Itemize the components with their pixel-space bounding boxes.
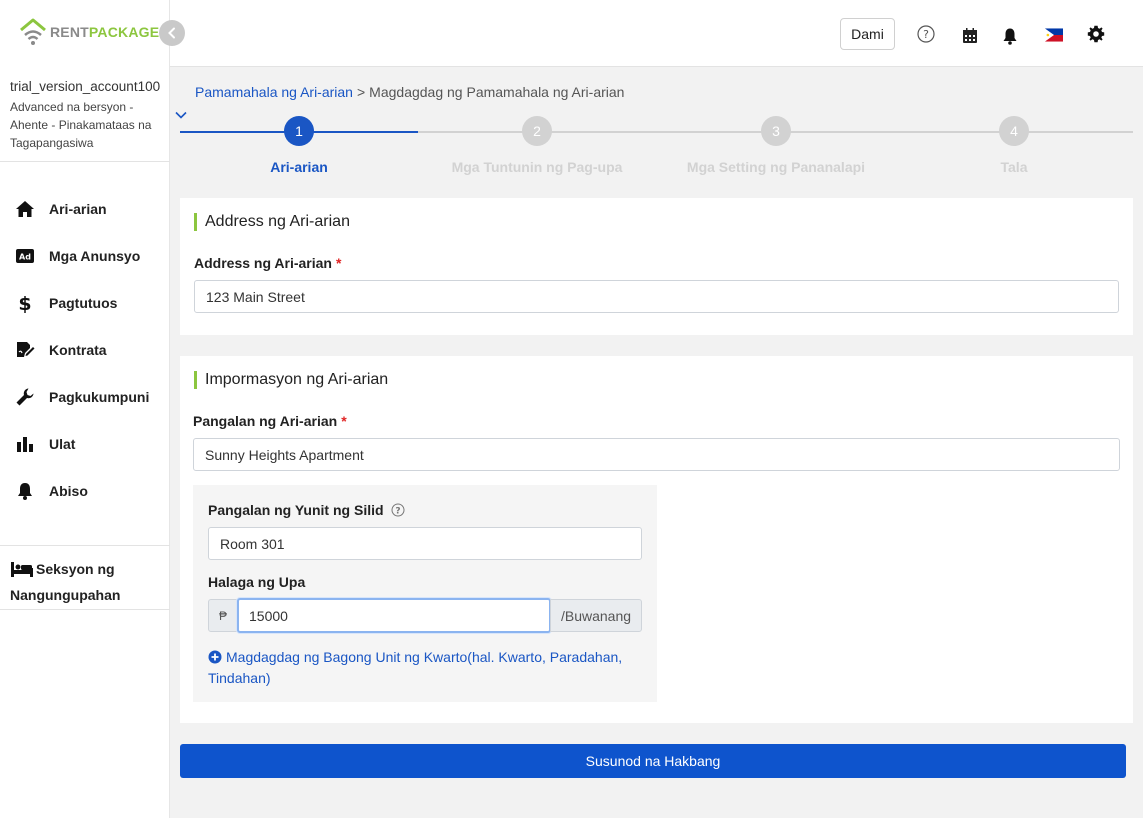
collapse-sidebar-button[interactable] [159, 20, 185, 46]
logo-package-text: PACKAGE [88, 24, 160, 40]
required-mark: * [335, 255, 342, 271]
help-icon[interactable]: ? [391, 503, 405, 517]
step-label: Mga Setting ng Pananalapi [686, 159, 866, 175]
svg-text:Ad: Ad [19, 252, 31, 261]
sidebar-item-contracts[interactable]: Kontrata [0, 326, 170, 373]
breadcrumb: Pamamahala ng Ari-arian > Magdagdag ng Pam… [195, 84, 624, 100]
rent-amount-input[interactable]: 15000 [237, 598, 551, 633]
bed-icon [10, 560, 36, 584]
bar-chart-icon [14, 433, 36, 455]
room-name-label-text: Pangalan ng Yunit ng Silid [208, 502, 384, 518]
dollar-icon: $ [14, 292, 36, 314]
sidebar-item-accounting[interactable]: $ Pagtutuos [0, 279, 170, 326]
step-number: 3 [761, 116, 791, 146]
breadcrumb-separator: > [356, 84, 366, 100]
address-input[interactable]: 123 Main Street [194, 280, 1119, 313]
property-info-card: Impormasyon ng Ari-arian Pangalan ng Ari… [180, 356, 1133, 723]
property-name-field-label: Pangalan ng Ari-arian * [193, 413, 347, 429]
house-wifi-logo-icon [20, 18, 46, 45]
step-number: 2 [522, 116, 552, 146]
contract-icon [14, 339, 36, 361]
add-room-unit-text: Magdagdag ng Bagong Unit ng Kwarto(hal. … [208, 649, 623, 686]
sidebar-nav: Ari-arian Ad Mga Anunsyo $ Pagtutuos Kon… [0, 185, 170, 514]
dami-button[interactable]: Dami [840, 18, 895, 50]
sidebar-item-label: Abiso [49, 482, 88, 499]
step-label: Ari-arian [270, 159, 328, 175]
sidebar-item-tenant-section[interactable]: Seksyon ng Nangungupahan [10, 558, 165, 606]
property-name-input[interactable]: Sunny Heights Apartment [193, 438, 1120, 471]
next-step-button[interactable]: Susunod na Hakbang [180, 744, 1126, 778]
step-number: 4 [999, 116, 1029, 146]
sidebar-item-reports[interactable]: Ulat [0, 420, 170, 467]
room-name-input[interactable]: Room 301 [208, 527, 642, 560]
account-info: trial_version_account100 Advanced na ber… [10, 78, 165, 152]
breadcrumb-current: Magdagdag ng Pamamahala ng Ari-arian [369, 84, 625, 100]
room-name-field-label: Pangalan ng Yunit ng Silid ? [208, 502, 405, 518]
breadcrumb-parent-link[interactable]: Pamamahala ng Ari-arian [195, 84, 353, 100]
account-name: trial_version_account100 [10, 79, 161, 94]
sidebar: RENTPACKAGE trial_version_account100 Adv… [0, 0, 170, 818]
wrench-icon [14, 386, 36, 408]
sidebar-item-label: Kontrata [49, 341, 107, 358]
address-card: Address ng Ari-arian Address ng Ari-aria… [180, 198, 1133, 335]
add-room-unit-link[interactable]: Magdagdag ng Bagong Unit ng Kwarto(hal. … [208, 647, 638, 689]
plus-circle-icon [208, 650, 222, 664]
required-mark: * [341, 413, 347, 429]
address-field-label: Address ng Ari-arian * [194, 255, 341, 271]
divider [0, 609, 170, 610]
help-icon[interactable]: ? [916, 24, 936, 44]
step-3[interactable]: 3 Mga Setting ng Pananalapi [657, 116, 895, 175]
divider [0, 161, 170, 162]
calendar-icon[interactable] [960, 26, 980, 46]
property-info-section-title: Impormasyon ng Ari-arian [194, 371, 388, 389]
rent-amount-field-label: Halaga ng Upa [208, 574, 306, 590]
sidebar-item-label: Pagkukumpuni [49, 388, 150, 405]
home-icon [14, 198, 36, 220]
bell-icon[interactable] [1000, 26, 1020, 46]
step-number: 1 [284, 116, 314, 146]
sidebar-item-ads[interactable]: Ad Mga Anunsyo [0, 232, 170, 279]
top-header: Dami ? [170, 0, 1143, 67]
step-2[interactable]: 2 Mga Tuntunin ng Pag-upa [418, 116, 656, 175]
svg-text:?: ? [396, 507, 401, 517]
step-label: Tala [1000, 159, 1028, 175]
app-logo[interactable]: RENTPACKAGE [18, 18, 159, 46]
step-label: Mga Tuntunin ng Pag-upa [451, 159, 623, 175]
sidebar-item-label: Ulat [49, 435, 76, 452]
bell-icon [14, 480, 36, 502]
address-section-title: Address ng Ari-arian [194, 213, 350, 231]
account-plan: Advanced na bersyon - Ahente - Pinakamat… [10, 100, 152, 150]
sidebar-item-notifications[interactable]: Abiso [0, 467, 170, 514]
period-addon: /Buwanang [550, 599, 642, 632]
step-1[interactable]: 1 Ari-arian [180, 116, 418, 175]
sidebar-item-label: Pagtutuos [49, 294, 118, 311]
logo-rent-text: RENT [50, 24, 89, 40]
chevron-left-icon [168, 27, 175, 39]
gear-icon[interactable] [1086, 24, 1106, 44]
ad-icon: Ad [14, 245, 36, 267]
svg-text:?: ? [923, 28, 929, 41]
sidebar-item-properties[interactable]: Ari-arian [0, 185, 170, 232]
sidebar-item-repairs[interactable]: Pagkukumpuni [0, 373, 170, 420]
progress-stepper: 1 Ari-arian 2 Mga Tuntunin ng Pag-upa 3 … [180, 116, 1133, 180]
divider [0, 545, 170, 546]
step-4[interactable]: 4 Tala [895, 116, 1133, 175]
address-label-text: Address ng Ari-arian [194, 255, 332, 271]
svg-text:$: $ [18, 293, 31, 313]
room-unit-panel: Pangalan ng Yunit ng Silid ? Room 301 Ha… [193, 485, 657, 702]
sidebar-item-label: Mga Anunsyo [49, 247, 141, 264]
sidebar-item-label: Ari-arian [49, 200, 107, 217]
flag-philippines-icon[interactable] [1043, 25, 1065, 45]
currency-addon: ₱ [208, 599, 238, 632]
property-name-label-text: Pangalan ng Ari-arian [193, 413, 338, 429]
